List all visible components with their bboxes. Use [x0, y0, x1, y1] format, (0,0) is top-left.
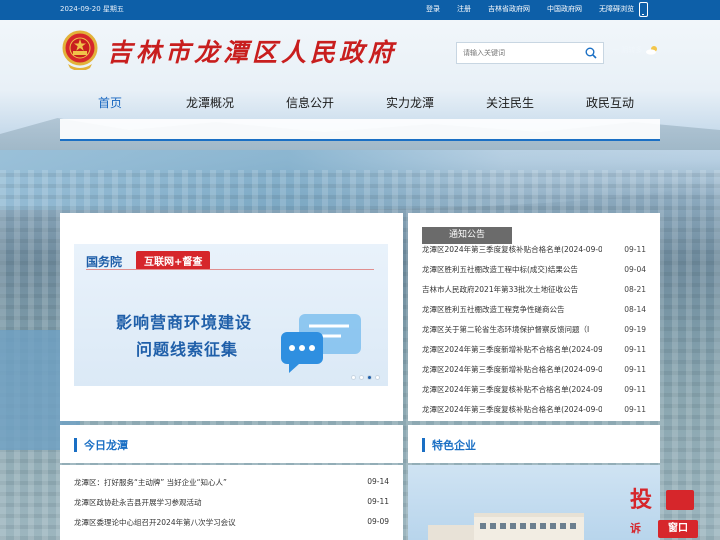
- carousel-dot[interactable]: [359, 375, 364, 380]
- list-item[interactable]: 龙潭区2024年第三季度新增补贴合格名单(2024-09-06) 09-11: [422, 359, 646, 379]
- notice-title: 龙潭区关于第二轮省生态环境保护督察反馈问题（Ⅰ: [422, 324, 590, 334]
- list-item[interactable]: 龙潭区胜利五社棚改造工程竞争性磋商公告 08-14: [422, 299, 646, 319]
- weather-text: 一 阴转多: [612, 46, 643, 54]
- nav-interaction[interactable]: 政民互动: [560, 92, 660, 114]
- notice-date: 09-04: [624, 264, 646, 274]
- notice-date: 09-19: [624, 324, 646, 334]
- banner-tag: 互联网+督查: [136, 251, 211, 270]
- notice-date: 09-11: [624, 364, 646, 374]
- tab-notice[interactable]: 通知公告: [422, 227, 512, 244]
- top-bar: 2024-09-20 星期五 登录 注册 吉林省政府网 中国政府网 无障碍浏览: [0, 0, 720, 20]
- banner-card: 国务院 互联网+督查 影响营商环境建设 问题线索征集: [60, 213, 403, 421]
- list-item[interactable]: 龙潭区2024年第三季度复核补贴不合格名单(2024-09-06) 09-11: [422, 379, 646, 399]
- list-item[interactable]: 龙潭区2024年第三季度复核补贴合格名单(2024-09-06) 09-11: [422, 399, 646, 419]
- today-longtan-header: 今日龙潭: [60, 425, 403, 463]
- china-gov-link[interactable]: 中国政府网: [547, 4, 582, 14]
- nav-strength-longtan[interactable]: 实力龙潭: [360, 92, 460, 114]
- news-date: 09-14: [367, 477, 389, 486]
- notice-date: 08-21: [624, 284, 646, 294]
- list-item[interactable]: 龙潭区2024年第三季度新增补贴不合格名单(2024-09-06) 09-11: [422, 339, 646, 359]
- building-shape: [474, 513, 584, 540]
- notice-date: 09-11: [624, 404, 646, 414]
- notice-title: 龙潭区胜利五社棚改造工程竞争性磋商公告: [422, 304, 565, 314]
- carousel-dots: [348, 375, 380, 380]
- banner-title-line1: 影响营商环境建设: [116, 313, 253, 332]
- mobile-phone-icon[interactable]: [639, 2, 648, 17]
- notice-title: 龙潭区2024年第三季度新增补贴合格名单(2024-09-06): [422, 364, 602, 374]
- cloudy-weather-icon: [646, 46, 658, 55]
- search-box: [456, 42, 604, 64]
- accessibility-link[interactable]: 无障碍浏览: [599, 4, 634, 14]
- search-icon[interactable]: [585, 47, 597, 59]
- news-date: 09-09: [367, 517, 389, 526]
- list-item[interactable]: 吉林市人民政府2021年第33批次土地征收公告 08-21: [422, 279, 646, 299]
- notice-title: 龙潭区2024年第三季度复核补贴合格名单(2024-09-06): [422, 404, 602, 414]
- complaint-window-badge[interactable]: 投 诉 窗口: [626, 482, 720, 540]
- notice-title: 龙潭区2024年第三季度复核补贴合格名单(2024-09-06): [422, 244, 602, 254]
- notice-date: 09-11: [624, 384, 646, 394]
- sub-nav-bar: [60, 119, 660, 141]
- nav-livelihood[interactable]: 关注民生: [460, 92, 560, 114]
- envelope-icon: [666, 490, 694, 510]
- notice-title: 龙潭区胜利五社棚改造工程中标(成交)结果公告: [422, 264, 578, 274]
- today-news-list: 龙潭区：打好服务“主动牌” 当好企业“知心人” 09-14 龙潭区政协赴永吉县开展…: [60, 465, 403, 540]
- weather-widget: 一 阴转多: [612, 45, 659, 55]
- notice-title: 龙潭区2024年第三季度新增补贴不合格名单(2024-09-06): [422, 344, 602, 354]
- list-item[interactable]: 龙潭区：打好服务“主动牌” 当好企业“知心人” 09-14: [74, 477, 389, 497]
- section-title-today[interactable]: 今日龙潭: [84, 437, 128, 453]
- national-emblem-icon: [62, 30, 98, 70]
- section-marker: [74, 438, 77, 452]
- nav-info-disclosure[interactable]: 信息公开: [260, 92, 360, 114]
- carousel-dot[interactable]: [351, 375, 356, 380]
- nav-home[interactable]: 首页: [60, 92, 160, 114]
- featured-enterprise-header: 特色企业: [408, 425, 660, 463]
- search-input[interactable]: [457, 44, 579, 62]
- supervision-banner[interactable]: 国务院 互联网+督查 影响营商环境建设 问题线索征集: [74, 244, 388, 386]
- news-date: 09-11: [367, 497, 389, 506]
- news-title: 龙潭区：打好服务“主动牌” 当好企业“知心人”: [74, 478, 227, 487]
- nav-longtan-overview[interactable]: 龙潭概况: [160, 92, 260, 114]
- current-date: 2024-09-20 星期五: [60, 5, 124, 13]
- list-item[interactable]: 龙潭区关于第二轮省生态环境保护督察反馈问题（Ⅰ 09-19: [422, 319, 646, 339]
- notice-card: 龙潭区2024年第三季度复核补贴合格名单(2024-09-06) 09-11 龙潭…: [408, 213, 660, 421]
- list-item[interactable]: 龙潭区胜利五社棚改造工程中标(成交)结果公告 09-04: [422, 259, 646, 279]
- list-item[interactable]: 龙潭区委理论中心组召开2024年第八次学习会议 09-09: [74, 517, 389, 537]
- banner-org: 国务院: [86, 255, 123, 269]
- complaint-char-tou: 投: [630, 487, 653, 513]
- news-title: 龙潭区政协赴永吉县开展学习参观活动: [74, 498, 202, 507]
- main-nav: 首页 龙潭概况 信息公开 实力龙潭 关注民生 政民互动: [60, 92, 660, 114]
- notice-date: 09-11: [624, 344, 646, 354]
- complaint-window-label: 窗口: [658, 520, 698, 538]
- banner-divider: [86, 269, 374, 270]
- carousel-dot-active[interactable]: [367, 375, 372, 380]
- news-title: 龙潭区委理论中心组召开2024年第八次学习会议: [74, 518, 236, 527]
- enterprise-photo[interactable]: [408, 465, 660, 540]
- notice-date: 09-11: [624, 244, 646, 254]
- jilin-province-gov-link[interactable]: 吉林省政府网: [488, 4, 530, 14]
- notice-title: 吉林市人民政府2021年第33批次土地征收公告: [422, 284, 579, 294]
- chat-bubbles-icon: [281, 314, 361, 373]
- banner-title-line2: 问题线索征集: [136, 340, 239, 359]
- section-title-enterprise[interactable]: 特色企业: [432, 437, 476, 453]
- notice-title: 龙潭区2024年第三季度复核补贴不合格名单(2024-09-06): [422, 384, 602, 394]
- section-marker: [422, 438, 425, 452]
- notice-date: 08-14: [624, 304, 646, 314]
- register-link[interactable]: 注册: [457, 4, 471, 14]
- carousel-dot[interactable]: [375, 375, 380, 380]
- list-item[interactable]: 龙潭区政协赴永吉县开展学习参观活动 09-11: [74, 497, 389, 517]
- top-links: 登录 注册 吉林省政府网 中国政府网 无障碍浏览: [426, 4, 651, 14]
- login-link[interactable]: 登录: [426, 4, 440, 14]
- building-shape: [428, 525, 478, 540]
- complaint-char-su: 诉: [630, 522, 641, 535]
- notice-list: 龙潭区2024年第三季度复核补贴合格名单(2024-09-06) 09-11 龙潭…: [422, 239, 646, 419]
- site-title: 吉林市龙潭区人民政府: [107, 38, 398, 67]
